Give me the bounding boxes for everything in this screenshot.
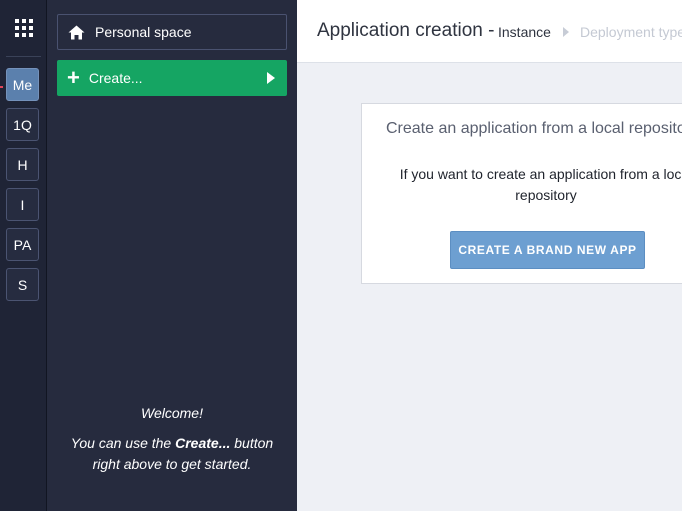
breadcrumb-step-instance[interactable]: Instance — [498, 24, 551, 40]
welcome-message: Welcome! You can use the Create... butto… — [47, 403, 297, 475]
breadcrumb-chevron-icon — [563, 27, 569, 37]
welcome-title: Welcome! — [141, 405, 203, 421]
workspace-button-me[interactable]: Me — [6, 68, 39, 101]
workspace-button-s[interactable]: S — [6, 268, 39, 301]
plus-icon: + — [67, 65, 80, 90]
main-content: Application creation - Instance Deployme… — [297, 0, 682, 511]
grid-icon — [14, 19, 33, 37]
card-title: Create an application from a local repos… — [386, 120, 682, 137]
welcome-text-line2: right above to get started. — [92, 456, 252, 472]
create-label: Create... — [88, 70, 143, 86]
side-panel: Personal space + Create... Welcome! You … — [47, 0, 297, 511]
page-header: Application creation - Instance Deployme… — [297, 0, 682, 63]
workspace-button-h[interactable]: H — [6, 148, 39, 181]
caret-right-icon — [267, 72, 275, 84]
card-description: If you want to create an application fro… — [386, 164, 682, 206]
create-button[interactable]: + Create... — [57, 60, 287, 96]
create-new-app-button[interactable]: CREATE A BRAND NEW APP — [450, 231, 645, 269]
create-app-card: Create an application from a local repos… — [361, 103, 682, 284]
card-description-line2: repository — [515, 187, 577, 203]
personal-space-button[interactable]: Personal space — [57, 14, 287, 50]
workspace-button-1q[interactable]: 1Q — [6, 108, 39, 141]
card-description-line1: If you want to create an application fro… — [399, 166, 682, 182]
welcome-text-suffix: button — [230, 435, 274, 451]
welcome-text-prefix: You can use the — [70, 435, 176, 451]
breadcrumb-step-deployment-type: Deployment type — [580, 24, 682, 40]
workspace-button-pa[interactable]: PA — [6, 228, 39, 261]
personal-space-label: Personal space — [95, 24, 192, 40]
welcome-text-bold: Create... — [175, 435, 231, 451]
welcome-text: You can use the Create... button — [47, 433, 297, 454]
page-title: Application creation - — [317, 20, 495, 41]
rail-divider — [6, 56, 41, 57]
workspace-rail: Me 1Q H I PA S — [0, 0, 47, 511]
active-workspace-marker — [0, 86, 3, 88]
workspace-button-i[interactable]: I — [6, 188, 39, 221]
apps-menu-button[interactable] — [0, 0, 47, 56]
home-icon — [68, 25, 85, 39]
